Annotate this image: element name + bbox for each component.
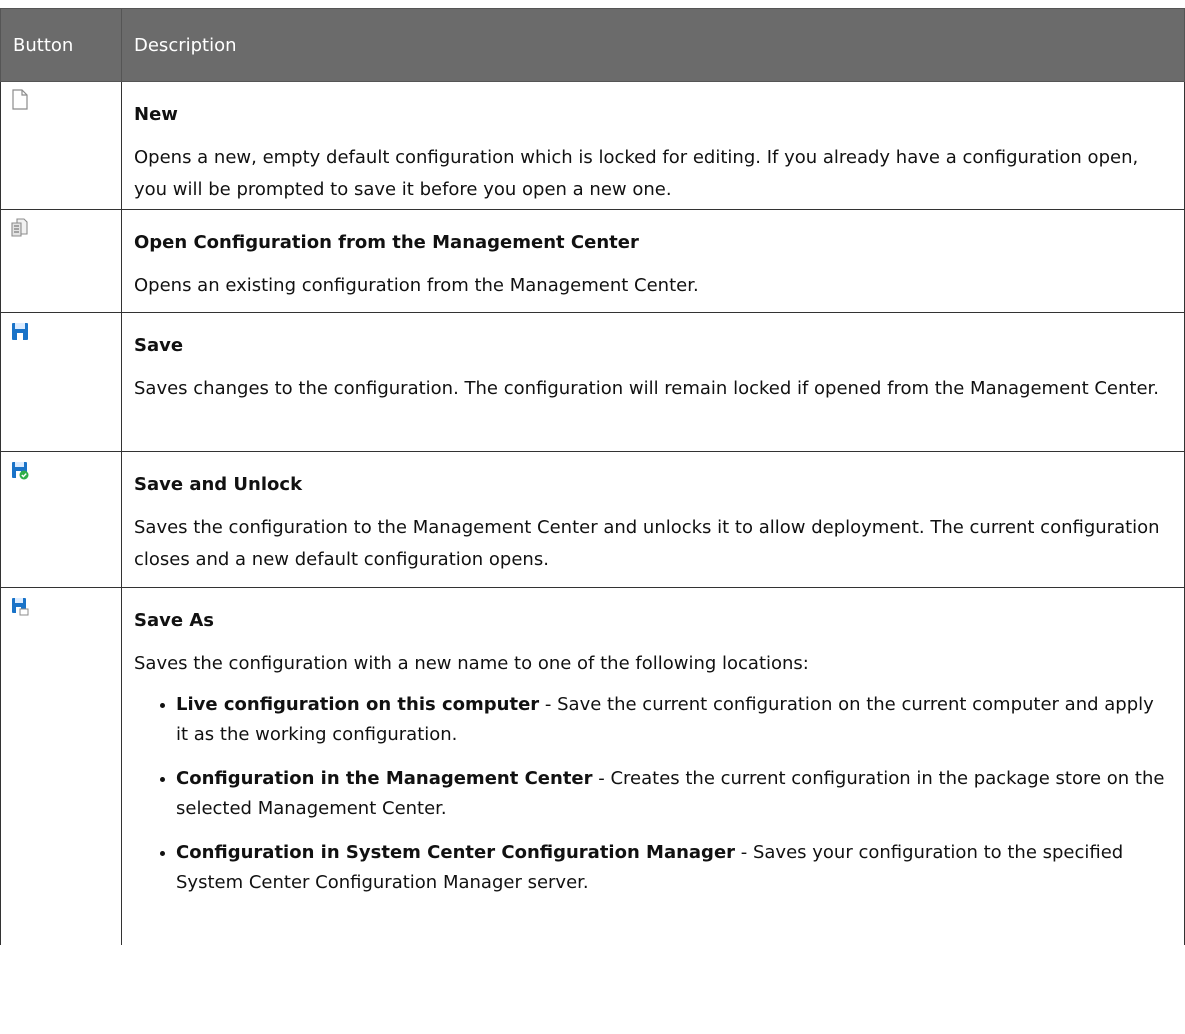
button-cell (1, 452, 122, 587)
row-title: Open Configuration from the Management C… (134, 232, 639, 253)
save-as-icon (12, 598, 29, 616)
save-and-unlock-icon (12, 462, 29, 480)
description-cell: New Opens a new, empty default configura… (122, 82, 1184, 209)
table-row: Save As Saves the configuration with a n… (0, 588, 1185, 945)
description-cell: Open Configuration from the Management C… (122, 210, 1184, 312)
new-document-icon (12, 89, 28, 110)
toolbar-buttons-table: Button Description New Opens a new, empt… (0, 8, 1185, 945)
button-cell (1, 210, 122, 312)
list-item-label: Configuration in the Management Center (176, 768, 593, 789)
list-item-label: Configuration in System Center Configura… (176, 842, 736, 863)
list-item: Live configuration on this computer - Sa… (160, 690, 1168, 750)
open-configuration-icon (11, 218, 28, 237)
row-description: Saves changes to the configuration. The … (134, 378, 1159, 399)
row-title: New (134, 104, 178, 125)
table-row: Save and Unlock Saves the configuration … (0, 452, 1185, 588)
save-icon (12, 323, 28, 340)
description-cell: Save Saves changes to the configuration.… (122, 313, 1184, 451)
button-cell (1, 82, 122, 209)
header-description-column: Description (134, 34, 237, 56)
list-item: Configuration in System Center Configura… (160, 838, 1168, 898)
list-item: Configuration in the Management Center -… (160, 764, 1168, 824)
row-title: Save (134, 335, 184, 356)
table-row: Open Configuration from the Management C… (0, 210, 1185, 313)
description-cell: Save As Saves the configuration with a n… (122, 588, 1184, 945)
header-button-column: Button (1, 9, 122, 81)
row-description: Saves the configuration with a new name … (134, 653, 809, 674)
button-cell (1, 588, 122, 945)
row-description: Opens an existing configuration from the… (134, 275, 699, 296)
row-title: Save As (134, 610, 214, 631)
table-row: New Opens a new, empty default configura… (0, 82, 1185, 210)
table-row: Save Saves changes to the configuration.… (0, 313, 1185, 452)
row-title: Save and Unlock (134, 474, 303, 495)
row-description: Opens a new, empty default configuration… (134, 147, 1139, 200)
list-item-label: Live configuration on this computer (176, 694, 540, 715)
locations-list: Live configuration on this computer - Sa… (134, 690, 1168, 898)
row-description: Saves the configuration to the Managemen… (134, 517, 1160, 570)
button-cell (1, 313, 122, 451)
description-cell: Save and Unlock Saves the configuration … (122, 452, 1184, 587)
table-header: Button Description (0, 8, 1185, 82)
